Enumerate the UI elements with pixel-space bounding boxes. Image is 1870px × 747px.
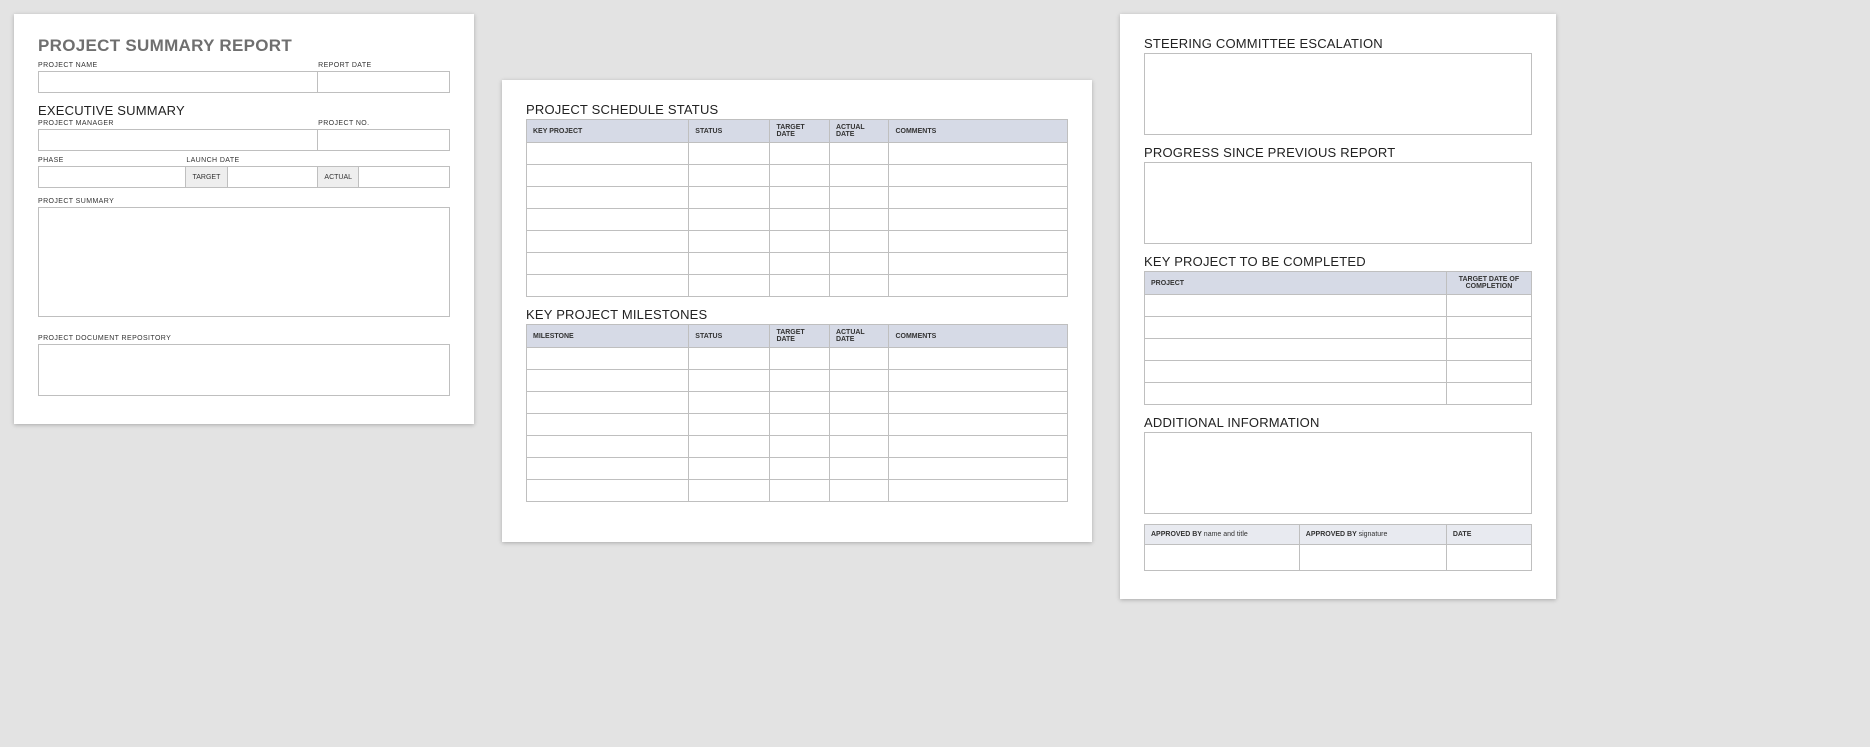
page-3: STEERING COMMITTEE ESCALATION PROGRESS S… (1120, 14, 1556, 599)
table-row[interactable] (527, 414, 1068, 436)
input-project-no[interactable] (318, 129, 450, 151)
label-actual: ACTUAL (318, 166, 359, 188)
table-key-project-completed: PROJECT TARGET DATE OF COMPLETION (1144, 271, 1532, 405)
input-project-doc-repo[interactable] (38, 344, 450, 396)
table-row[interactable] (1145, 545, 1532, 571)
approved-by-sig-text: signature (1359, 531, 1388, 538)
table-milestones: MILESTONE STATUS TARGET DATE ACTUAL DATE… (526, 324, 1068, 502)
table-row[interactable] (527, 187, 1068, 209)
date-label: DATE (1453, 531, 1472, 538)
section-progress: PROGRESS SINCE PREVIOUS REPORT (1144, 145, 1532, 160)
input-project-manager[interactable] (38, 129, 318, 151)
input-project-summary[interactable] (38, 207, 450, 317)
input-actual[interactable] (359, 166, 450, 188)
table-approval: APPROVED BY name and title APPROVED BY s… (1144, 524, 1532, 571)
table-row[interactable] (527, 165, 1068, 187)
table-row[interactable] (527, 253, 1068, 275)
th-m-status: STATUS (689, 325, 770, 348)
th-approved-by-name: APPROVED BY name and title (1145, 525, 1300, 545)
input-target[interactable] (228, 166, 319, 188)
input-steering-escalation[interactable] (1144, 53, 1532, 135)
table-row[interactable] (527, 392, 1068, 414)
approved-by-label-2: APPROVED BY (1306, 531, 1357, 538)
page-2: PROJECT SCHEDULE STATUS KEY PROJECT STAT… (502, 80, 1092, 542)
label-project-name: PROJECT NAME (38, 62, 318, 69)
pages-container: PROJECT SUMMARY REPORT PROJECT NAME REPO… (14, 14, 1856, 599)
th-m-actual-date: ACTUAL DATE (829, 325, 889, 348)
label-launch-date: LAUNCH DATE (186, 157, 450, 164)
section-key-project-completed: KEY PROJECT TO BE COMPLETED (1144, 254, 1532, 269)
table-row[interactable] (527, 458, 1068, 480)
th-status: STATUS (689, 120, 770, 143)
th-m-target-date: TARGET DATE (770, 325, 830, 348)
label-project-doc-repo: PROJECT DOCUMENT REPOSITORY (38, 335, 450, 342)
input-additional-information[interactable] (1144, 432, 1532, 514)
approved-by-label-1: APPROVED BY (1151, 531, 1202, 538)
document-title: PROJECT SUMMARY REPORT (38, 36, 450, 56)
table-row[interactable] (1145, 361, 1532, 383)
th-key-project: KEY PROJECT (527, 120, 689, 143)
table-schedule-status: KEY PROJECT STATUS TARGET DATE ACTUAL DA… (526, 119, 1068, 297)
label-project-manager: PROJECT MANAGER (38, 120, 318, 127)
input-progress[interactable] (1144, 162, 1532, 244)
th-target-date: TARGET DATE (770, 120, 830, 143)
table-row[interactable] (527, 370, 1068, 392)
th-comments: COMMENTS (889, 120, 1068, 143)
table-row[interactable] (527, 143, 1068, 165)
th-project: PROJECT (1145, 272, 1447, 295)
table-row[interactable] (527, 231, 1068, 253)
th-approved-by-signature: APPROVED BY signature (1299, 525, 1446, 545)
label-project-summary: PROJECT SUMMARY (38, 198, 450, 205)
section-milestones: KEY PROJECT MILESTONES (526, 307, 1068, 322)
input-report-date[interactable] (318, 71, 450, 93)
section-schedule-status: PROJECT SCHEDULE STATUS (526, 102, 1068, 117)
th-date: DATE (1446, 525, 1531, 545)
section-steering-escalation: STEERING COMMITTEE ESCALATION (1144, 36, 1532, 51)
table-row[interactable] (1145, 383, 1532, 405)
label-project-no: PROJECT NO. (318, 120, 450, 127)
table-row[interactable] (527, 436, 1068, 458)
page-1: PROJECT SUMMARY REPORT PROJECT NAME REPO… (14, 14, 474, 424)
section-additional-information: ADDITIONAL INFORMATION (1144, 415, 1532, 430)
th-m-comments: COMMENTS (889, 325, 1068, 348)
table-row[interactable] (527, 275, 1068, 297)
input-phase[interactable] (38, 166, 186, 188)
table-row[interactable] (527, 480, 1068, 502)
label-target: TARGET (186, 166, 227, 188)
section-exec-summary: EXECUTIVE SUMMARY (38, 103, 450, 118)
label-report-date: REPORT DATE (318, 62, 450, 69)
table-row[interactable] (527, 348, 1068, 370)
th-target-date-completion: TARGET DATE OF COMPLETION (1446, 272, 1531, 295)
label-phase: PHASE (38, 157, 186, 164)
input-project-name[interactable] (38, 71, 318, 93)
table-row[interactable] (1145, 317, 1532, 339)
th-actual-date: ACTUAL DATE (829, 120, 889, 143)
table-row[interactable] (1145, 339, 1532, 361)
th-milestone: MILESTONE (527, 325, 689, 348)
table-row[interactable] (1145, 295, 1532, 317)
approved-by-name-text: name and title (1204, 531, 1248, 538)
table-row[interactable] (527, 209, 1068, 231)
